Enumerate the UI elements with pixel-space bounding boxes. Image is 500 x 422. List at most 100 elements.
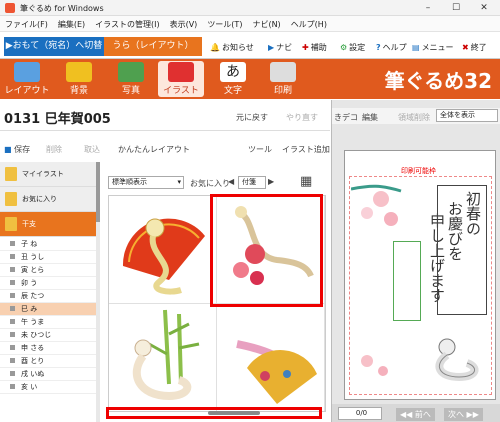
photo-icon — [118, 62, 144, 82]
list-item[interactable]: 亥 い — [0, 381, 96, 394]
category-scrollbar[interactable] — [96, 162, 100, 422]
save-label: 保存 — [14, 145, 31, 154]
bell-icon: 🔔 — [210, 43, 220, 52]
next-page-button[interactable]: 次へ ▶▶ — [444, 408, 483, 421]
favorite-select[interactable]: 付箋 — [238, 176, 266, 189]
list-item[interactable]: 戌 いぬ — [0, 368, 96, 381]
text-selection-box[interactable] — [437, 185, 487, 315]
menu-file[interactable]: ファイル(F) — [0, 16, 53, 30]
menu-help[interactable]: ヘルプ(H) — [286, 16, 332, 30]
add-illust-button[interactable]: イラスト追加 — [282, 144, 330, 155]
save-button[interactable]: ■ 保存 — [4, 144, 30, 155]
tab-back-layout[interactable]: うら（レイアウト） — [104, 37, 202, 56]
folder-icon — [5, 217, 17, 231]
zoom-select[interactable]: 全体を表示 — [436, 109, 498, 122]
easy-layout-button[interactable]: かんたんレイアウト — [118, 144, 190, 155]
list-item[interactable]: 辰 たつ — [0, 290, 96, 303]
exit-button[interactable]: ✖ 終了 — [462, 42, 487, 53]
list-item[interactable]: 申 さる — [0, 342, 96, 355]
save-icon: ■ — [4, 145, 12, 154]
list-item-label: 亥 い — [21, 383, 38, 391]
list-item[interactable]: 卯 う — [0, 277, 96, 290]
list-item[interactable]: 未 ひつじ — [0, 329, 96, 342]
small-text-frame[interactable] — [393, 241, 421, 321]
settings-button[interactable]: ⚙ 設定 — [340, 42, 365, 53]
close-icon: ✖ — [462, 43, 469, 52]
menu-view[interactable]: 表示(V) — [165, 16, 203, 30]
list-item-selected[interactable]: 巳 み — [0, 303, 96, 316]
plum-blossom-icon — [351, 184, 402, 226]
settings-label: 設定 — [349, 43, 366, 52]
list-item[interactable]: 午 うま — [0, 316, 96, 329]
assist-label: 補助 — [310, 43, 327, 52]
menu-tools[interactable]: ツール(T) — [202, 16, 247, 30]
snake-bamboo-illust — [132, 309, 200, 401]
news-label: お知らせ — [221, 43, 254, 52]
navi-button[interactable]: ▶ ナビ — [268, 42, 292, 53]
list-item[interactable]: 子 ね — [0, 238, 96, 251]
menu-edit[interactable]: 編集(E) — [53, 16, 90, 30]
gear-icon: ⚙ — [340, 43, 348, 52]
ribbon-print[interactable]: 印刷 — [260, 61, 306, 97]
grid-view-icon[interactable]: ▦ — [300, 174, 312, 189]
area-delete-button[interactable]: 領域削除 — [398, 112, 430, 123]
illust-snake-fan[interactable] — [109, 196, 217, 304]
import-button[interactable]: 取込 — [84, 144, 100, 155]
next-arrow-icon[interactable]: ▶ — [268, 177, 274, 186]
snake-stamp-illust — [435, 338, 479, 382]
page-indicator: 0/0 — [338, 407, 382, 420]
deco-button[interactable]: きデコ — [334, 112, 358, 123]
category-favorites[interactable]: お気に入り — [0, 187, 96, 212]
redo-button[interactable]: やり直す — [286, 112, 318, 123]
list-item[interactable]: 酉 とり — [0, 355, 96, 368]
edit-button[interactable]: 編集 — [362, 112, 378, 123]
category-label: 干支 — [22, 220, 36, 228]
menu-label: メニュー — [421, 43, 454, 52]
plum-blossom-bottom-icon — [361, 355, 388, 376]
illust-snake-bamboo[interactable] — [109, 304, 217, 411]
illust-snake-fan2[interactable] — [217, 304, 325, 411]
undo-button[interactable]: 元に戻す — [236, 112, 268, 123]
category-eto[interactable]: 干支 — [0, 212, 96, 237]
menu-button[interactable]: ▤ メニュー — [412, 42, 454, 53]
prev-page-button[interactable]: ◀◀ 前へ — [396, 408, 435, 421]
ribbon-text[interactable]: あ文字 — [210, 61, 256, 97]
title-bar: 筆ぐるめ for Windows – ☐ ✕ — [0, 0, 500, 16]
help-button[interactable]: ? ヘルプ — [376, 42, 407, 53]
print-area-label: 印刷可能枠 — [401, 167, 436, 175]
ribbon-illust[interactable]: イラスト — [158, 61, 204, 97]
favorite-value: 付箋 — [242, 178, 256, 186]
assist-button[interactable]: ✚ 補助 — [302, 42, 327, 53]
window-title: 筆ぐるめ for Windows — [20, 4, 104, 13]
close-button[interactable]: ✕ — [474, 2, 494, 14]
maximize-button[interactable]: ☐ — [446, 2, 466, 14]
category-label: マイイラスト — [22, 170, 64, 178]
list-item[interactable]: 丑 うし — [0, 251, 96, 264]
question-icon: ? — [376, 43, 381, 52]
news-button[interactable]: 🔔 お知らせ — [210, 42, 254, 53]
app-logo: 筆ぐるめ32 — [384, 69, 492, 93]
folder-icon — [5, 167, 17, 181]
ribbon-photo[interactable]: 写真 — [108, 61, 154, 97]
ribbon-layout[interactable]: レイアウト — [4, 61, 50, 97]
selected-illust-highlight — [210, 194, 323, 307]
tools-button[interactable]: ツール — [248, 144, 272, 155]
prev-arrow-icon[interactable]: ◀ — [228, 177, 234, 186]
grid-scrollbar-thumb[interactable] — [208, 411, 260, 415]
minimize-button[interactable]: – — [418, 2, 438, 14]
sort-select[interactable]: 標準順表示 ▾ — [108, 176, 184, 189]
plus-icon: ✚ — [302, 43, 309, 52]
list-item-label: 寅 とら — [21, 266, 45, 274]
preview-toolbar: きデコ 編集 領域削除 全体を表示 — [332, 108, 500, 124]
scrollbar-thumb[interactable] — [96, 162, 100, 222]
favorite-label: お気に入り — [190, 179, 230, 188]
delete-button[interactable]: 削除 — [46, 144, 62, 155]
help-label: ヘルプ — [382, 43, 407, 52]
menu-navi[interactable]: ナビ(N) — [247, 16, 285, 30]
category-my-illust[interactable]: マイイラスト — [0, 162, 96, 187]
switch-front-button[interactable]: ▶おもて（宛名）へ切替 — [4, 37, 104, 56]
ribbon-print-label: 印刷 — [273, 86, 292, 96]
menu-illust[interactable]: イラストの管理(I) — [90, 16, 164, 30]
list-item[interactable]: 寅 とら — [0, 264, 96, 277]
ribbon-background[interactable]: 背景 — [56, 61, 102, 97]
